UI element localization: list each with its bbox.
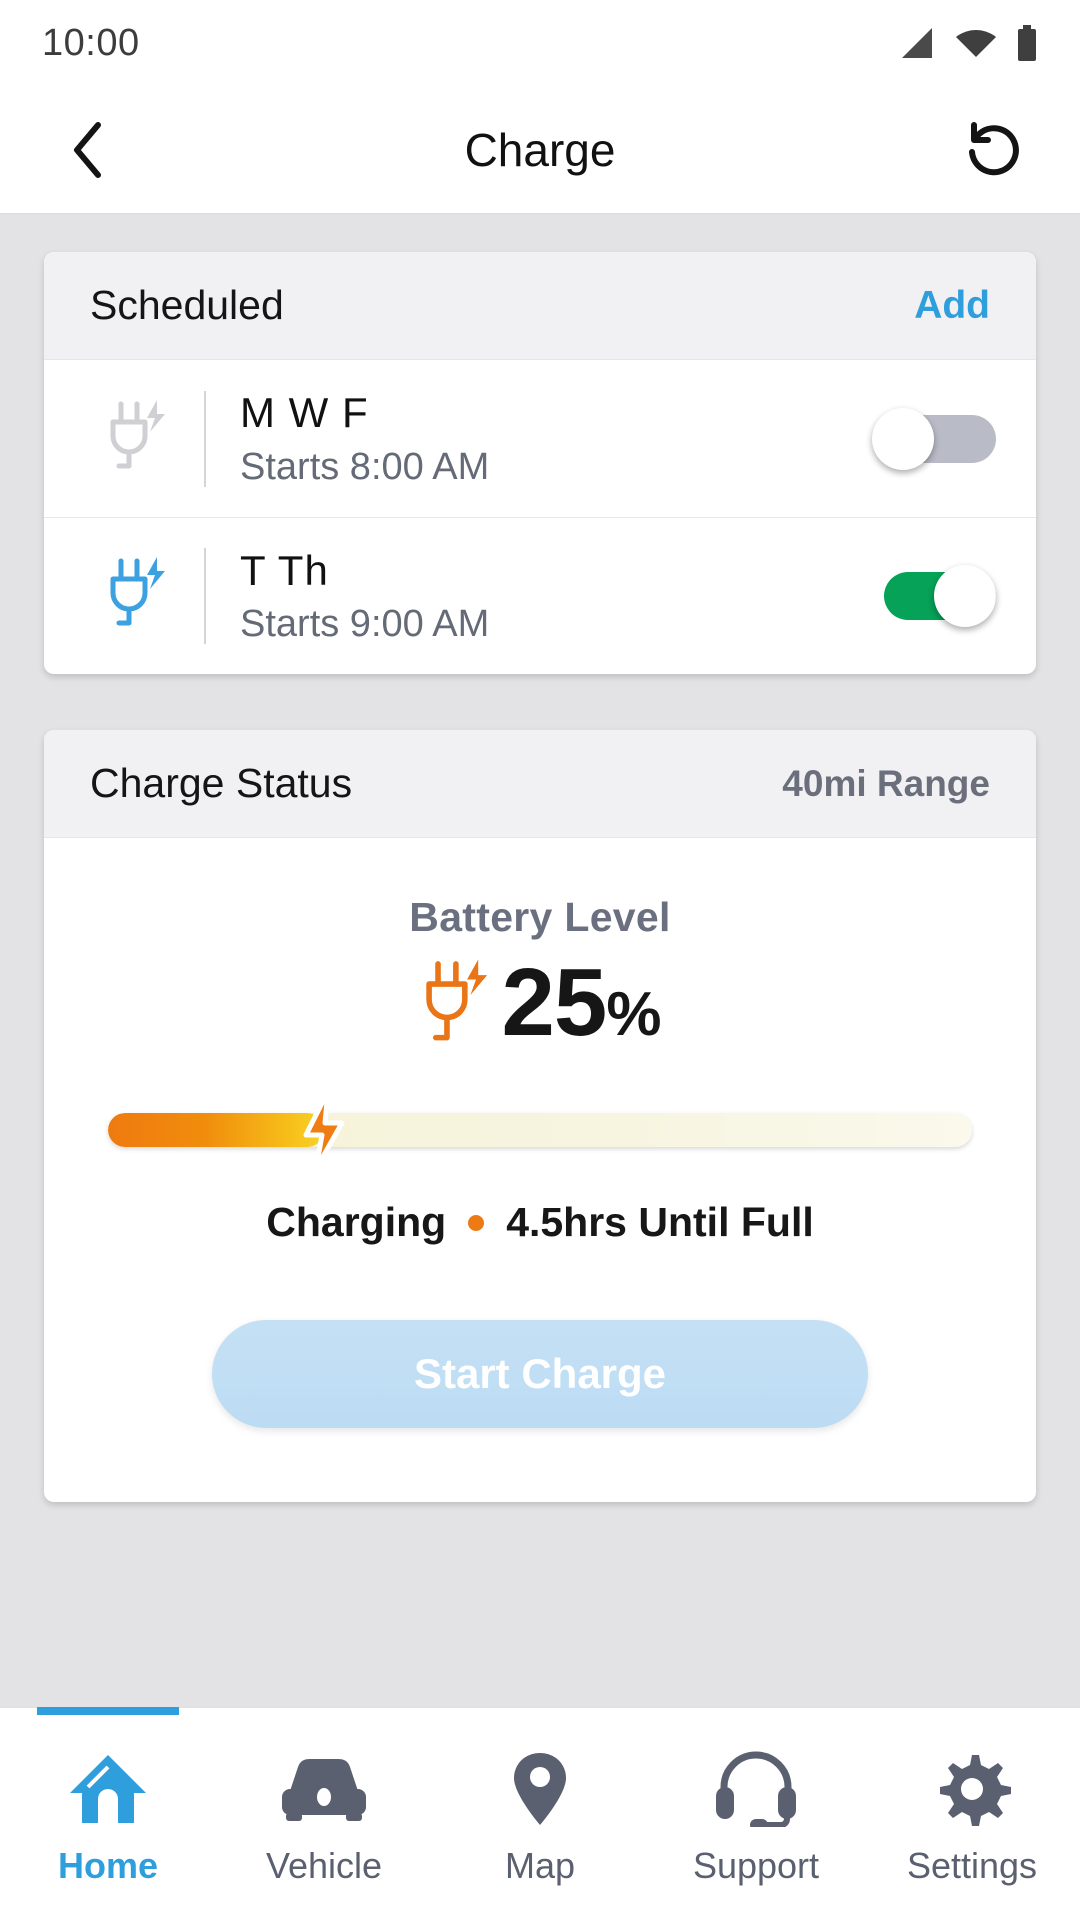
schedule-days: T Th bbox=[240, 546, 329, 594]
range-value: 40mi Range bbox=[782, 762, 990, 804]
schedule-start-time: Starts 8:00 AM bbox=[240, 445, 490, 488]
schedule-toggle[interactable] bbox=[872, 407, 996, 470]
nav-item-vehicle[interactable]: Vehicle bbox=[216, 1708, 432, 1920]
status-bar: 10:00 bbox=[0, 0, 1080, 86]
status-bar-clock: 10:00 bbox=[42, 21, 140, 64]
page-title: Charge bbox=[464, 123, 616, 176]
add-schedule-button[interactable]: Add bbox=[914, 284, 990, 328]
start-charge-button[interactable]: Start Charge bbox=[212, 1320, 868, 1428]
chevron-left-icon bbox=[74, 121, 101, 178]
schedule-row-text: M W F Starts 8:00 AM bbox=[240, 388, 872, 489]
scheduled-card: Scheduled Add M W F Starts 8:00 AM T Th … bbox=[44, 252, 1036, 674]
scheduled-title: Scheduled bbox=[90, 282, 284, 328]
plug-charge-icon bbox=[90, 553, 186, 639]
battery-icon bbox=[1018, 25, 1036, 61]
nav-item-settings[interactable]: Settings bbox=[864, 1708, 1080, 1920]
signal-icon bbox=[902, 28, 932, 58]
charge-status-body: Battery Level 25% Charging 4.5hrs Until … bbox=[44, 838, 1036, 1502]
app-screen: 10:00 Charge Scheduled Add M W F Starts … bbox=[0, 0, 1080, 1920]
battery-progress-bar bbox=[108, 1089, 972, 1171]
charge-status-card: Charge Status 40mi Range Battery Level 2… bbox=[44, 730, 1036, 1502]
progress-track bbox=[108, 1113, 972, 1147]
car-icon bbox=[276, 1751, 372, 1827]
separator-dot-icon bbox=[468, 1214, 485, 1231]
schedule-row[interactable]: T Th Starts 9:00 AM bbox=[44, 517, 1036, 674]
refresh-counterclockwise-icon bbox=[969, 121, 1019, 175]
charging-state-text: Charging bbox=[266, 1199, 447, 1245]
home-icon bbox=[66, 1751, 150, 1827]
charging-status-line: Charging 4.5hrs Until Full bbox=[44, 1199, 1036, 1246]
nav-item-map[interactable]: Map bbox=[432, 1708, 648, 1920]
plug-charge-icon bbox=[425, 959, 487, 1041]
charge-status-title: Charge Status bbox=[90, 760, 353, 806]
nav-label: Home bbox=[57, 1845, 159, 1886]
refresh-button[interactable] bbox=[956, 114, 1028, 186]
gear-icon bbox=[933, 1751, 1011, 1827]
wifi-icon bbox=[956, 30, 996, 57]
progress-fill bbox=[108, 1113, 324, 1147]
battery-level-readout: 25% bbox=[44, 955, 1036, 1051]
map-pin-icon bbox=[512, 1751, 568, 1827]
scheduled-card-header: Scheduled Add bbox=[44, 252, 1036, 360]
battery-level-label: Battery Level bbox=[409, 894, 671, 940]
nav-label: Support bbox=[692, 1845, 820, 1886]
schedule-row[interactable]: M W F Starts 8:00 AM bbox=[44, 360, 1036, 517]
page-content: Scheduled Add M W F Starts 8:00 AM T Th … bbox=[0, 214, 1080, 1707]
battery-percent-value: 25% bbox=[501, 949, 662, 1056]
charging-bolt-marker bbox=[295, 1089, 353, 1171]
toggle-knob bbox=[872, 407, 934, 470]
row-divider bbox=[204, 390, 206, 487]
status-bar-icons bbox=[896, 25, 1038, 61]
row-divider bbox=[204, 548, 206, 644]
app-bar: Charge bbox=[0, 86, 1080, 214]
schedule-days: M W F bbox=[240, 389, 369, 437]
nav-label: Map bbox=[504, 1845, 576, 1886]
bottom-navigation: Home Vehicle Map Support Settings bbox=[0, 1707, 1080, 1920]
headset-icon bbox=[714, 1751, 798, 1827]
back-button[interactable] bbox=[52, 114, 124, 186]
nav-label: Vehicle bbox=[265, 1845, 383, 1886]
time-until-full-text: 4.5hrs Until Full bbox=[506, 1199, 814, 1245]
toggle-knob bbox=[934, 565, 996, 627]
nav-item-home[interactable]: Home bbox=[0, 1708, 216, 1920]
schedule-start-time: Starts 9:00 AM bbox=[240, 603, 490, 646]
plug-charge-icon bbox=[90, 396, 186, 482]
nav-label: Settings bbox=[906, 1845, 1038, 1886]
schedule-row-text: T Th Starts 9:00 AM bbox=[240, 546, 872, 647]
nav-item-support[interactable]: Support bbox=[648, 1708, 864, 1920]
charge-status-header: Charge Status 40mi Range bbox=[44, 730, 1036, 838]
battery-percent-unit: % bbox=[606, 980, 661, 1049]
schedule-toggle[interactable] bbox=[872, 565, 996, 627]
